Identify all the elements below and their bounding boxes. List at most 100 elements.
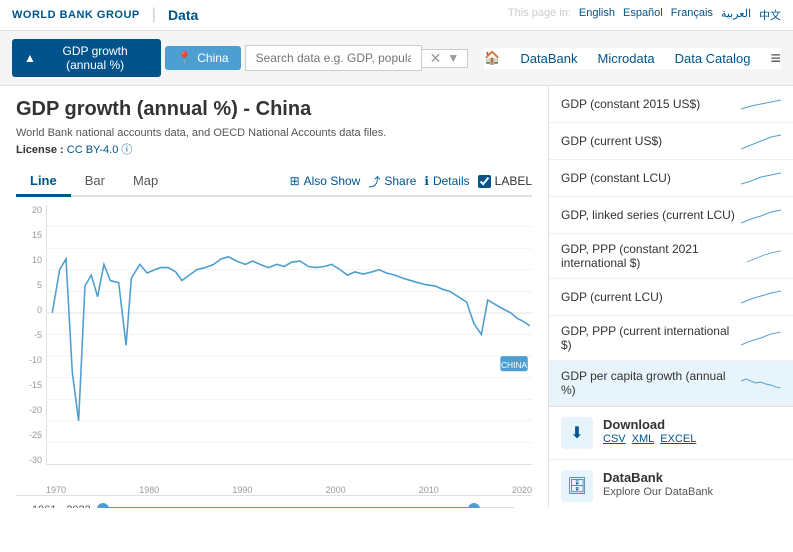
download-icon-wrap: ⬇ bbox=[561, 417, 593, 449]
lang-espanol[interactable]: Español bbox=[623, 7, 663, 23]
download-text: Download CSV XML EXCEL bbox=[603, 417, 696, 445]
page-title: GDP growth (annual %) - China bbox=[16, 98, 532, 121]
label-checkbox-wrap[interactable]: LABEL bbox=[478, 174, 532, 188]
sparkline-6 bbox=[741, 287, 781, 307]
sparkline-3 bbox=[741, 168, 781, 188]
tab-actions: ⊞ Also Show ⤴ Share ℹ Details LABEL bbox=[290, 173, 532, 190]
slider-thumb-left[interactable] bbox=[97, 503, 109, 508]
sparkline-8 bbox=[741, 373, 781, 393]
logo-area: WORLD BANK GROUP | Data bbox=[12, 6, 198, 24]
gdp-tag-button[interactable]: ▲ GDP growth (annual %) bbox=[12, 39, 161, 77]
sparkline-4 bbox=[741, 205, 781, 225]
right-panel: GDP (constant 2015 US$) GDP (current US$… bbox=[548, 86, 793, 508]
svg-text:CHINA: CHINA bbox=[501, 360, 528, 370]
indicator-gdp-current[interactable]: GDP (current US$) bbox=[549, 123, 793, 160]
nav-menu-icon[interactable]: ≡ bbox=[770, 48, 781, 69]
download-excel[interactable]: EXCEL bbox=[660, 433, 696, 445]
logo-world-bank: WORLD BANK GROUP bbox=[12, 9, 140, 21]
dropdown-icon[interactable]: ▼ bbox=[447, 51, 459, 65]
top-bar: WORLD BANK GROUP | Data This page in: En… bbox=[0, 0, 793, 31]
sparkline-2 bbox=[741, 131, 781, 151]
bottom-actions: ⬇ Download CSV XML EXCEL 🗄 DataBank bbox=[549, 406, 793, 508]
details-button[interactable]: ℹ Details bbox=[424, 174, 469, 188]
label-checkbox[interactable] bbox=[478, 175, 491, 188]
license-link[interactable]: CC BY-4.0 bbox=[67, 144, 119, 156]
lang-francais[interactable]: Français bbox=[671, 7, 713, 23]
timeline: 1961 - 2023 bbox=[16, 495, 532, 508]
logo-separator: | bbox=[152, 6, 156, 24]
also-show-label: Also Show bbox=[304, 174, 361, 188]
sparkline-7 bbox=[741, 328, 781, 348]
timeline-range: 1961 - 2023 bbox=[32, 504, 91, 508]
subtitle: World Bank national accounts data, and O… bbox=[16, 127, 532, 139]
search-actions: ✕ ▼ bbox=[422, 49, 469, 68]
indicator-gdp-current-lcu[interactable]: GDP (current LCU) bbox=[549, 279, 793, 316]
chart-plot: CHINA bbox=[46, 205, 532, 465]
databank-title: DataBank bbox=[603, 470, 713, 485]
license: License : CC BY-4.0 ⓘ bbox=[16, 141, 532, 157]
databank-sub: Explore Our DataBank bbox=[603, 486, 713, 498]
databank-text: DataBank Explore Our DataBank bbox=[603, 470, 713, 498]
share-icon: ⤴ bbox=[368, 173, 380, 190]
chart-y-axis: 20 15 10 5 0 -5 -10 -15 -20 -25 -30 bbox=[16, 205, 46, 465]
search-bar: ▲ GDP growth (annual %) 📍 China ✕ ▼ 🏠 Da… bbox=[0, 31, 793, 86]
indicator-gdp-constant-lcu[interactable]: GDP (constant LCU) bbox=[549, 160, 793, 197]
china-tag-button[interactable]: 📍 China bbox=[165, 46, 240, 70]
logo-data: Data bbox=[168, 7, 198, 23]
left-panel: GDP growth (annual %) - China World Bank… bbox=[0, 86, 548, 508]
home-link[interactable]: 🏠 bbox=[484, 50, 500, 66]
gdp-tag-label: GDP growth (annual %) bbox=[41, 44, 149, 72]
nav-databank[interactable]: DataBank bbox=[520, 51, 577, 66]
tab-bar: Line Bar Map ⊞ Also Show ⤴ Share ℹ Detai… bbox=[16, 167, 532, 197]
indicator-gdp-per-capita[interactable]: GDP per capita growth (annual %) bbox=[549, 361, 793, 406]
tab-line[interactable]: Line bbox=[16, 167, 71, 197]
also-show-button[interactable]: ⊞ Also Show bbox=[290, 174, 361, 188]
lang-english[interactable]: English bbox=[579, 7, 615, 23]
indicator-gdp-ppp-2021[interactable]: GDP, PPP (constant 2021 international $) bbox=[549, 234, 793, 279]
tab-map[interactable]: Map bbox=[119, 167, 172, 197]
slider-thumb-right[interactable] bbox=[468, 503, 480, 508]
lang-arabic[interactable]: العربية bbox=[721, 7, 751, 23]
indicator-gdp-constant-2015[interactable]: GDP (constant 2015 US$) bbox=[549, 86, 793, 123]
indicator-gdp-ppp-current[interactable]: GDP, PPP (current international $) bbox=[549, 316, 793, 361]
search-input[interactable] bbox=[245, 45, 422, 71]
chart-area: 20 15 10 5 0 -5 -10 -15 -20 -25 -30 bbox=[16, 205, 532, 495]
slider-fill bbox=[101, 507, 475, 508]
gdp-tag-icon: ▲ bbox=[24, 51, 36, 65]
also-show-icon: ⊞ bbox=[290, 174, 300, 188]
china-tag-label: China bbox=[197, 51, 228, 65]
clear-icon[interactable]: ✕ bbox=[430, 50, 442, 67]
download-title: Download bbox=[603, 417, 696, 432]
download-links: CSV XML EXCEL bbox=[603, 433, 696, 445]
nav-microdata[interactable]: Microdata bbox=[598, 51, 655, 66]
tab-bar-chart[interactable]: Bar bbox=[71, 167, 119, 197]
main-content: GDP growth (annual %) - China World Bank… bbox=[0, 86, 793, 508]
databank-action[interactable]: 🗄 DataBank Explore Our DataBank bbox=[549, 460, 793, 508]
lang-chinese[interactable]: 中文 bbox=[759, 7, 781, 23]
details-icon: ℹ bbox=[424, 174, 429, 188]
home-icon: 🏠 bbox=[484, 50, 500, 66]
license-label: License : bbox=[16, 144, 64, 156]
chart-x-axis: 1970 1980 1990 2000 2010 2020 bbox=[46, 485, 532, 495]
indicator-gdp-linked[interactable]: GDP, linked series (current LCU) bbox=[549, 197, 793, 234]
download-csv[interactable]: CSV bbox=[603, 433, 626, 445]
info-icon[interactable]: ⓘ bbox=[121, 144, 132, 156]
databank-icon: 🗄 bbox=[567, 476, 587, 496]
timeline-slider-track[interactable] bbox=[101, 507, 516, 508]
page-label: This page in: bbox=[508, 7, 571, 23]
databank-icon-wrap: 🗄 bbox=[561, 470, 593, 502]
nav-data-catalog[interactable]: Data Catalog bbox=[675, 51, 751, 66]
language-bar: This page in: English Español Français ا… bbox=[508, 7, 781, 23]
download-icon: ⬇ bbox=[570, 423, 583, 443]
download-xml[interactable]: XML bbox=[632, 433, 655, 445]
download-action[interactable]: ⬇ Download CSV XML EXCEL bbox=[549, 407, 793, 460]
nav-bar: 🏠 DataBank Microdata Data Catalog ≡ bbox=[484, 48, 781, 69]
details-label: Details bbox=[433, 174, 470, 188]
sparkline-1 bbox=[741, 94, 781, 114]
indicator-list: GDP (constant 2015 US$) GDP (current US$… bbox=[549, 86, 793, 406]
share-label: Share bbox=[384, 174, 416, 188]
label-text: LABEL bbox=[495, 174, 532, 188]
pin-icon: 📍 bbox=[177, 51, 192, 65]
sparkline-5 bbox=[747, 246, 781, 266]
share-button[interactable]: ⤴ Share bbox=[368, 173, 416, 190]
